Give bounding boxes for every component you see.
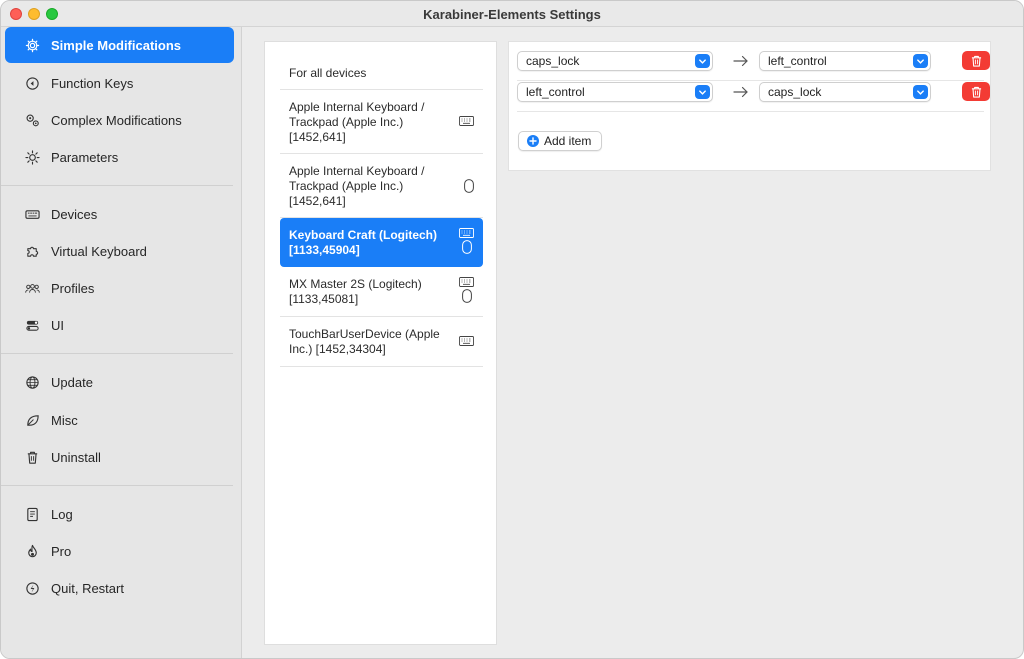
sidebar-item-label: Profiles [51, 280, 95, 296]
to-key-value: left_control [768, 54, 827, 68]
add-item-button[interactable]: Add item [518, 131, 602, 151]
keyboard-icon [459, 116, 474, 126]
mouse-icon [461, 289, 472, 303]
sidebar-item-label: Virtual Keyboard [51, 243, 147, 259]
from-key-select[interactable]: caps_lock [517, 51, 713, 71]
to-key-select[interactable]: caps_lock [759, 82, 931, 102]
mouse-icon [464, 179, 474, 193]
sidebar-item-function-keys[interactable]: Function Keys [5, 65, 234, 101]
sidebar: Simple Modifications Function Keys Compl… [1, 27, 242, 658]
sidebar-item-label: Complex Modifications [51, 112, 182, 128]
to-key-value: caps_lock [768, 85, 822, 99]
document-icon [23, 505, 41, 523]
sidebar-item-complex-modifications[interactable]: Complex Modifications [5, 102, 234, 138]
keyboard-icon [459, 336, 474, 346]
sidebar-divider [1, 185, 233, 186]
device-item-apple-internal-trackpad[interactable]: Apple Internal Keyboard / Trackpad (Appl… [280, 154, 483, 218]
sidebar-item-label: Uninstall [51, 449, 101, 465]
sidebar-item-label: UI [51, 317, 64, 333]
sidebar-item-virtual-keyboard[interactable]: Virtual Keyboard [5, 233, 234, 269]
window-title: Karabiner-Elements Settings [423, 7, 601, 22]
delete-mapping-button[interactable] [962, 51, 990, 70]
device-label: Apple Internal Keyboard / Trackpad (Appl… [289, 164, 425, 208]
gear-icon [23, 36, 41, 54]
sidebar-item-label: Simple Modifications [51, 37, 182, 53]
mapping-list: caps_lock left_control left_control caps… [508, 41, 991, 171]
device-label: MX Master 2S (Logitech) [1133,45081] [289, 277, 422, 306]
device-item-all[interactable]: For all devices [280, 55, 483, 90]
title-bar: Karabiner-Elements Settings [1, 1, 1023, 27]
mapping-row: left_control caps_lock [517, 81, 990, 112]
arrow-right-icon [733, 55, 748, 67]
puzzle-icon [23, 242, 41, 260]
sidebar-item-label: Log [51, 506, 73, 522]
keyboard-icon [459, 228, 474, 238]
app-window: Karabiner-Elements Settings Simple Modif… [0, 0, 1024, 659]
chevron-down-icon [695, 85, 710, 99]
sun-icon [23, 148, 41, 166]
sidebar-divider [1, 353, 233, 354]
device-item-mx-master[interactable]: MX Master 2S (Logitech) [1133,45081] [280, 267, 483, 317]
sidebar-item-label: Parameters [51, 149, 119, 165]
sidebar-item-label: Devices [51, 206, 98, 222]
from-key-select[interactable]: left_control [517, 82, 713, 102]
mouse-icon [461, 240, 472, 254]
sidebar-item-misc[interactable]: Misc [5, 402, 234, 438]
from-key-value: left_control [526, 85, 585, 99]
sidebar-item-devices[interactable]: Devices [5, 196, 234, 232]
sidebar-item-label: Pro [51, 543, 72, 559]
add-item-label: Add item [544, 134, 592, 148]
function-keys-icon [23, 74, 41, 92]
chevron-down-icon [913, 54, 928, 68]
keyboard-icon [23, 205, 41, 223]
toggles-icon [23, 316, 41, 334]
people-icon [23, 279, 41, 297]
trash-icon [971, 86, 981, 98]
power-icon [23, 579, 41, 597]
device-item-keyboard-craft[interactable]: Keyboard Craft (Logitech) [1133,45904] [280, 218, 483, 267]
device-label: For all devices [289, 66, 367, 80]
sidebar-item-label: Quit, Restart [51, 580, 124, 596]
device-label: Apple Internal Keyboard / Trackpad (Appl… [289, 100, 425, 144]
delete-mapping-button[interactable] [962, 82, 990, 101]
to-key-select[interactable]: left_control [759, 51, 931, 71]
sidebar-item-uninstall[interactable]: Uninstall [5, 439, 234, 475]
sidebar-item-profiles[interactable]: Profiles [5, 270, 234, 306]
device-label: TouchBarUserDevice (Apple Inc.) [1452,34… [289, 327, 440, 356]
sidebar-item-ui[interactable]: UI [5, 307, 234, 343]
globe-icon [23, 373, 41, 391]
sidebar-item-simple-modifications[interactable]: Simple Modifications [5, 27, 234, 63]
flame-icon [23, 542, 41, 560]
gears-icon [23, 111, 41, 129]
leaf-icon [23, 411, 41, 429]
device-item-touchbar[interactable]: TouchBarUserDevice (Apple Inc.) [1452,34… [280, 317, 483, 367]
sidebar-item-quit-restart[interactable]: Quit, Restart [5, 570, 234, 606]
sidebar-item-label: Misc [51, 412, 78, 428]
sidebar-item-label: Update [51, 374, 93, 390]
arrow-right-icon [733, 86, 748, 98]
sidebar-item-parameters[interactable]: Parameters [5, 139, 234, 175]
chevron-down-icon [695, 54, 710, 68]
sidebar-item-pro[interactable]: Pro [5, 533, 234, 569]
device-item-apple-internal-keyboard[interactable]: Apple Internal Keyboard / Trackpad (Appl… [280, 90, 483, 154]
sidebar-item-log[interactable]: Log [5, 496, 234, 532]
sidebar-item-label: Function Keys [51, 75, 134, 91]
trash-icon [23, 448, 41, 466]
sidebar-divider [1, 485, 233, 486]
keyboard-icon [459, 277, 474, 287]
trash-icon [971, 55, 981, 67]
from-key-value: caps_lock [526, 54, 580, 68]
sidebar-item-update[interactable]: Update [5, 364, 234, 400]
device-label: Keyboard Craft (Logitech) [1133,45904] [289, 228, 438, 257]
mapping-row: caps_lock left_control [517, 50, 990, 81]
chevron-down-icon [913, 85, 928, 99]
device-list: For all devices Apple Internal Keyboard … [264, 41, 497, 645]
plus-circle-icon [527, 135, 539, 147]
